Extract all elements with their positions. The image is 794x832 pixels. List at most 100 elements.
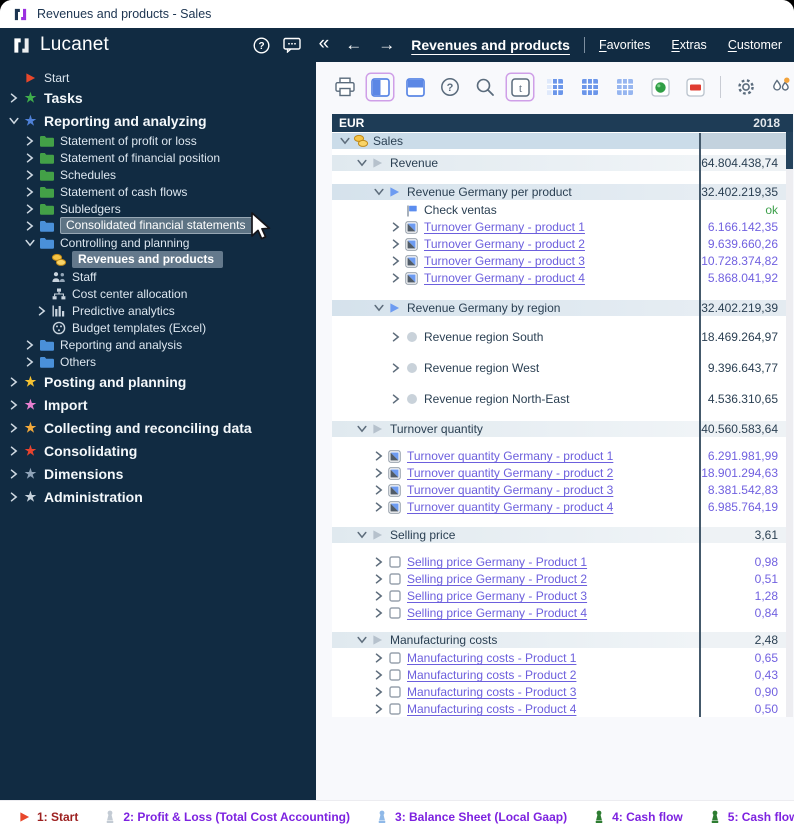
chevron-right-icon[interactable] [372, 591, 386, 601]
table-row-turnover-germany-product-4[interactable]: Turnover Germany - product 45.868.041,92 [332, 270, 793, 286]
sidebar-item-controlling-and-planning[interactable]: Controlling and planning [0, 234, 316, 251]
row-value[interactable]: 0,51 [699, 571, 785, 587]
sidebar-item-reporting-and-analyzing[interactable]: ★Reporting and analyzing [0, 109, 316, 132]
chevron-right-icon[interactable] [389, 256, 403, 266]
search-icon[interactable] [472, 74, 498, 100]
table-scrollbar[interactable] [786, 132, 793, 717]
row-value[interactable]: 18.901.294,63 [699, 465, 785, 481]
taskbar-tab-2-profit-loss-total-cost-accounting[interactable]: 2: Profit & Loss (Total Cost Accounting) [91, 801, 363, 832]
sidebar-item-reporting-and-analysis[interactable]: Reporting and analysis [0, 336, 316, 353]
sidebar-item-others[interactable]: Others [0, 353, 316, 370]
chevron-down-icon[interactable] [372, 188, 386, 196]
grid-frozen-icon[interactable] [542, 74, 568, 100]
sidebar-item-tasks[interactable]: ★Tasks [0, 86, 316, 109]
forward-arrow-icon[interactable]: → [378, 35, 395, 55]
row-value[interactable]: 18.469.264,97 [699, 329, 785, 345]
row-value[interactable]: 0,43 [699, 667, 785, 683]
chevron-right-icon[interactable] [22, 340, 37, 350]
chevron-right-icon[interactable] [6, 446, 21, 456]
cube-icon[interactable] [647, 74, 673, 100]
sidebar-item-collecting-and-reconciling-data[interactable]: ★Collecting and reconciling data [0, 416, 316, 439]
consolidation-icon[interactable] [768, 74, 794, 100]
table-row-manufacturing-costs[interactable]: Manufacturing costs2,48 [332, 632, 793, 648]
table-row-selling-price-germany-product-3[interactable]: Selling price Germany - Product 31,28 [332, 588, 793, 604]
scrollbar-thumb[interactable] [786, 132, 793, 169]
collapse-left-icon[interactable]: « [319, 33, 330, 55]
chevron-right-icon[interactable] [372, 653, 386, 663]
chevron-right-icon[interactable] [372, 502, 386, 512]
row-value[interactable]: 10.728.374,82 [699, 253, 785, 269]
table-row-turnover-quantity-germany-product-2[interactable]: Turnover quantity Germany - product 218.… [332, 465, 793, 481]
menu-item-customer[interactable]: Customer [728, 38, 782, 52]
back-arrow-icon[interactable]: ← [345, 35, 362, 55]
currency-header[interactable]: EUR [332, 114, 699, 132]
menu-item-favorites[interactable]: Favorites [599, 38, 650, 52]
taskbar-tab-5-cash-flow-direct[interactable]: 5: Cash flow (direct [696, 801, 794, 832]
chevron-down-icon[interactable] [355, 636, 369, 644]
row-value[interactable]: 32.402.219,35 [699, 184, 785, 200]
row-value[interactable]: 3,61 [699, 527, 785, 543]
sidebar-item-subledgers[interactable]: Subledgers [0, 200, 316, 217]
table-row-revenue-region-west[interactable]: Revenue region West9.396.643,77 [332, 360, 793, 376]
sidebar-item-revenues-and-products[interactable]: Revenues and products [0, 251, 316, 268]
grid-blue-icon[interactable] [577, 74, 603, 100]
row-value[interactable]: 40.560.583,64 [699, 421, 785, 437]
sidebar-item-posting-and-planning[interactable]: ★Posting and planning [0, 370, 316, 393]
table-row-revenue-region-north-east[interactable]: Revenue region North-East4.536.310,65 [332, 391, 793, 407]
chevron-right-icon[interactable] [6, 492, 21, 502]
grid-light-icon[interactable] [612, 74, 638, 100]
chevron-down-icon[interactable] [355, 159, 369, 167]
row-value[interactable]: 32.402.219,39 [699, 300, 785, 316]
row-value[interactable]: 6.166.142,35 [699, 219, 785, 235]
chevron-down-icon[interactable] [355, 531, 369, 539]
help-icon[interactable]: ? [437, 74, 463, 100]
chevron-right-icon[interactable] [22, 204, 37, 214]
sidebar-item-consolidated-financial-statements[interactable]: Consolidated financial statements [0, 217, 316, 234]
chevron-right-icon[interactable] [389, 222, 403, 232]
sidebar-item-cost-center-allocation[interactable]: Cost center allocation [0, 285, 316, 302]
table-row-revenue-germany-per-product[interactable]: Revenue Germany per product32.402.219,35 [332, 184, 793, 200]
table-row-turnover-quantity-germany-product-3[interactable]: Turnover quantity Germany - product 38.3… [332, 482, 793, 498]
row-value[interactable]: 0,98 [699, 554, 785, 570]
row-value[interactable]: 6.291.981,99 [699, 448, 785, 464]
chevron-right-icon[interactable] [372, 608, 386, 618]
chevron-right-icon[interactable] [372, 670, 386, 680]
table-row-turnover-quantity[interactable]: Turnover quantity40.560.583,64 [332, 421, 793, 437]
sidebar-item-administration[interactable]: ★Administration [0, 485, 316, 508]
chevron-right-icon[interactable] [389, 332, 403, 342]
table-row-check-ventas[interactable]: Check ventasok [332, 202, 793, 218]
panel-top-icon[interactable] [402, 74, 428, 100]
chevron-right-icon[interactable] [372, 704, 386, 714]
menu-item-extras[interactable]: Extras [671, 38, 706, 52]
text-cell-icon[interactable]: t [507, 74, 533, 100]
chevron-down-icon[interactable] [338, 137, 352, 145]
chevron-right-icon[interactable] [22, 221, 37, 231]
chevron-right-icon[interactable] [6, 377, 21, 387]
row-value[interactable]: 5.868.041,92 [699, 270, 785, 286]
chevron-right-icon[interactable] [372, 557, 386, 567]
print-icon[interactable] [332, 74, 358, 100]
chevron-right-icon[interactable] [22, 153, 37, 163]
year-header[interactable]: 2018 [699, 114, 793, 132]
row-value[interactable]: 4.536.310,65 [699, 391, 785, 407]
sidebar-item-predictive-analytics[interactable]: Predictive analytics [0, 302, 316, 319]
sidebar-item-statement-of-financial-position[interactable]: Statement of financial position [0, 149, 316, 166]
row-value[interactable]: 0,65 [699, 650, 785, 666]
row-value[interactable]: 9.639.660,26 [699, 236, 785, 252]
chevron-right-icon[interactable] [389, 239, 403, 249]
chevron-right-icon[interactable] [22, 136, 37, 146]
chevron-right-icon[interactable] [22, 357, 37, 367]
table-row-selling-price-germany-product-2[interactable]: Selling price Germany - Product 20,51 [332, 571, 793, 587]
sidebar-item-consolidating[interactable]: ★Consolidating [0, 439, 316, 462]
row-value[interactable]: 0,84 [699, 605, 785, 621]
table-row-manufacturing-costs-product-2[interactable]: Manufacturing costs - Product 20,43 [332, 667, 793, 683]
sidebar-item-statement-of-cash-flows[interactable]: Statement of cash flows [0, 183, 316, 200]
chevron-down-icon[interactable] [355, 425, 369, 433]
settings-icon[interactable] [733, 74, 759, 100]
report-red-icon[interactable] [682, 74, 708, 100]
sidebar-item-budget-templates-excel[interactable]: Budget templates (Excel) [0, 319, 316, 336]
chevron-right-icon[interactable] [372, 468, 386, 478]
chevron-down-icon[interactable] [372, 304, 386, 312]
row-value[interactable]: 0,50 [699, 701, 785, 717]
nav-title[interactable]: Revenues and products [411, 37, 570, 53]
